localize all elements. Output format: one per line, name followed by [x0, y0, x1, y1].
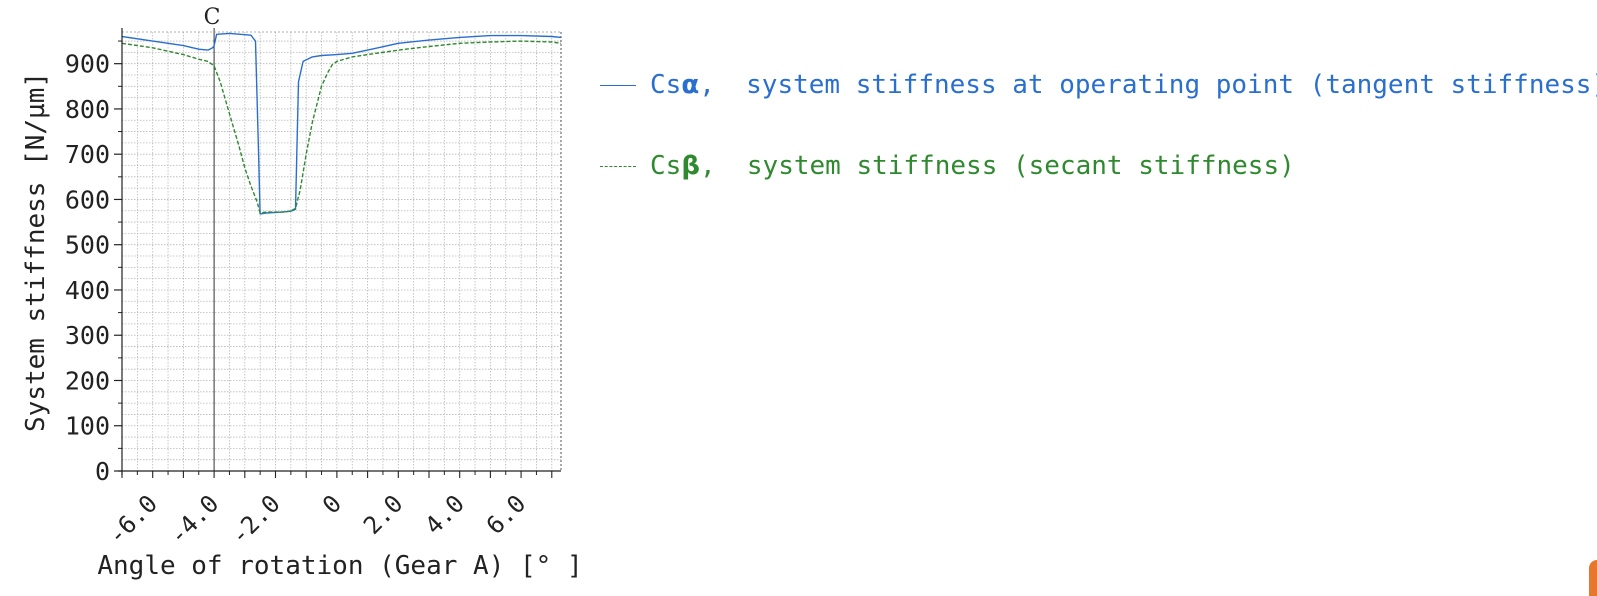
axis-labels: 0 100 200 300 400 500 600 700 800 900 -6.0 -4.0 -2.0… — [21, 50, 583, 581]
marker-label-c: C — [204, 5, 221, 30]
legend-item-secant-stiffness: Csβ, system stiffness (secant stiffness) — [600, 153, 1597, 180]
x-tick-label: 2.0 — [358, 489, 408, 539]
y-tick-label: 600 — [65, 185, 110, 214]
y-tick-label: 0 — [95, 457, 110, 486]
axes — [114, 28, 562, 478]
y-axis-title: System stiffness [N/µm] — [21, 72, 51, 432]
y-tick-label: 100 — [65, 412, 110, 441]
x-tick-label: -4.0 — [164, 489, 225, 550]
x-tick-label: 4.0 — [419, 489, 469, 539]
y-tick-label: 300 — [65, 321, 110, 350]
y-tick-label: 800 — [65, 95, 110, 124]
legend-swatch-solid — [600, 85, 636, 86]
legend-swatch-dashed — [600, 166, 636, 167]
corner-decoration — [1589, 560, 1597, 596]
x-tick-label: -6.0 — [102, 489, 163, 550]
legend-label-tangent: Csα, system stiffness at operating point… — [650, 70, 1597, 100]
x-tick-label: 0 — [317, 489, 347, 519]
legend-item-tangent-stiffness: Csα, system stiffness at operating point… — [600, 72, 1597, 99]
series-layer — [121, 32, 562, 215]
series-line-secant — [121, 40, 562, 214]
grid — [121, 32, 561, 472]
x-tick-label: -2.0 — [225, 489, 286, 550]
y-tick-label: 500 — [65, 231, 110, 260]
y-tick-label: 900 — [65, 50, 110, 79]
y-tick-label: 700 — [65, 140, 110, 169]
y-tick-label: 200 — [65, 366, 110, 395]
legend: Csα, system stiffness at operating point… — [600, 18, 1597, 207]
x-axis-title: Angle of rotation (Gear A) [° ] — [97, 551, 582, 581]
x-tick-label: 6.0 — [481, 489, 531, 539]
legend-label-secant: Csβ, system stiffness (secant stiffness) — [650, 151, 1295, 181]
y-tick-label: 400 — [65, 276, 110, 305]
